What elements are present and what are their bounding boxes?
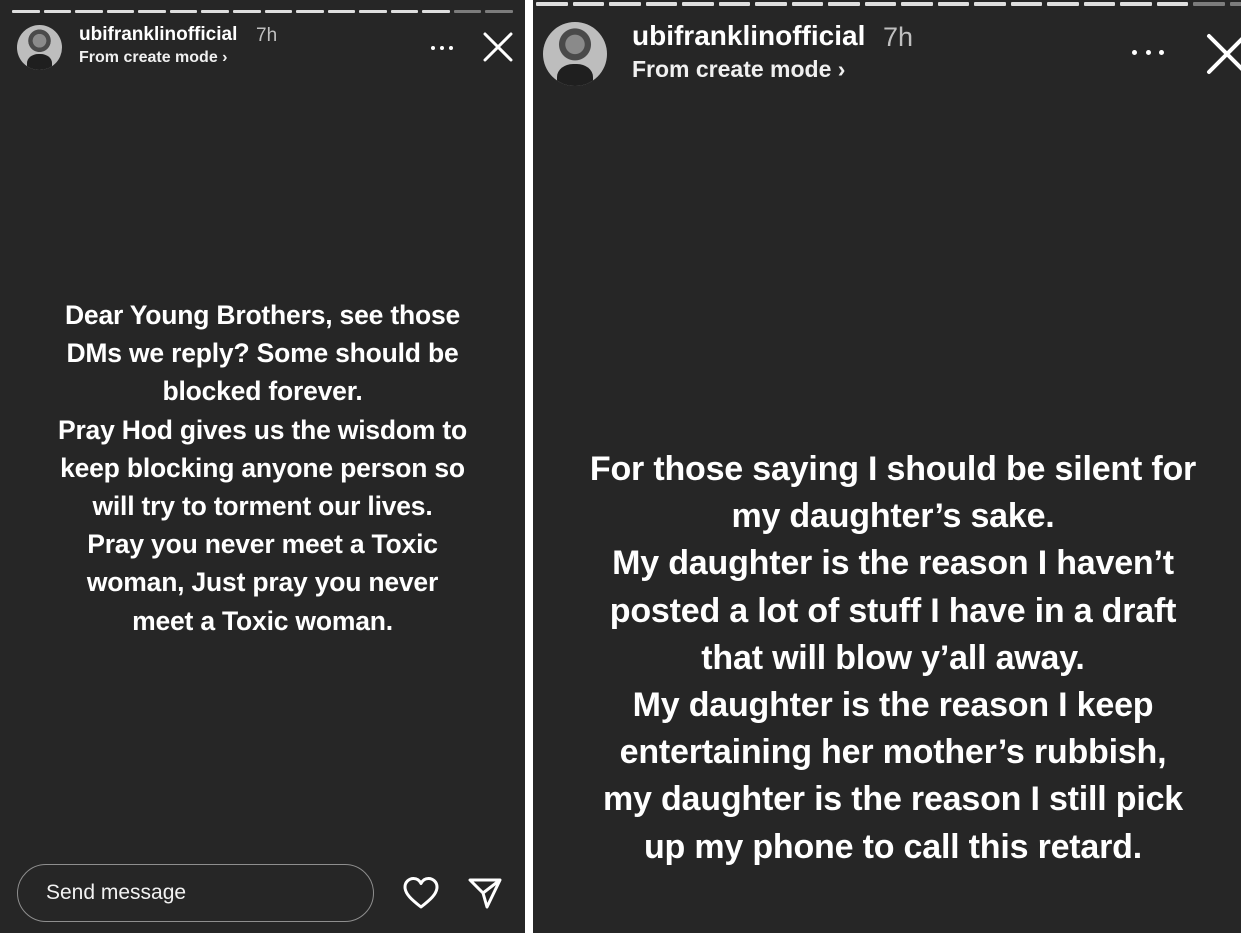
- story-panel-left[interactable]: ubifranklinofficial 7h From create mode …: [0, 0, 525, 933]
- close-icon[interactable]: [482, 31, 514, 63]
- post-time: 7h: [883, 22, 914, 52]
- story-text: For those saying I should be silent for …: [589, 450, 1197, 866]
- send-icon[interactable]: [467, 876, 503, 910]
- story-progress-bar: [12, 10, 513, 13]
- heart-icon[interactable]: [403, 876, 439, 910]
- close-icon[interactable]: [1205, 32, 1241, 76]
- send-message-input[interactable]: [17, 864, 374, 922]
- more-options-icon[interactable]: [1132, 50, 1164, 55]
- username[interactable]: ubifranklinofficial: [632, 20, 865, 52]
- post-time: 7h: [256, 25, 278, 46]
- story-text: Dear Young Brothers, see those DMs we re…: [57, 300, 468, 636]
- username[interactable]: ubifranklinofficial: [79, 24, 237, 46]
- create-mode-link[interactable]: From create mode ›: [632, 56, 845, 83]
- story-progress-bar: [536, 2, 1241, 6]
- create-mode-link[interactable]: From create mode ›: [79, 49, 227, 67]
- avatar[interactable]: [543, 22, 607, 86]
- story-panel-right[interactable]: ubifranklinofficial 7h From create mode …: [533, 0, 1241, 933]
- avatar[interactable]: [17, 25, 62, 70]
- more-options-icon[interactable]: [431, 46, 453, 50]
